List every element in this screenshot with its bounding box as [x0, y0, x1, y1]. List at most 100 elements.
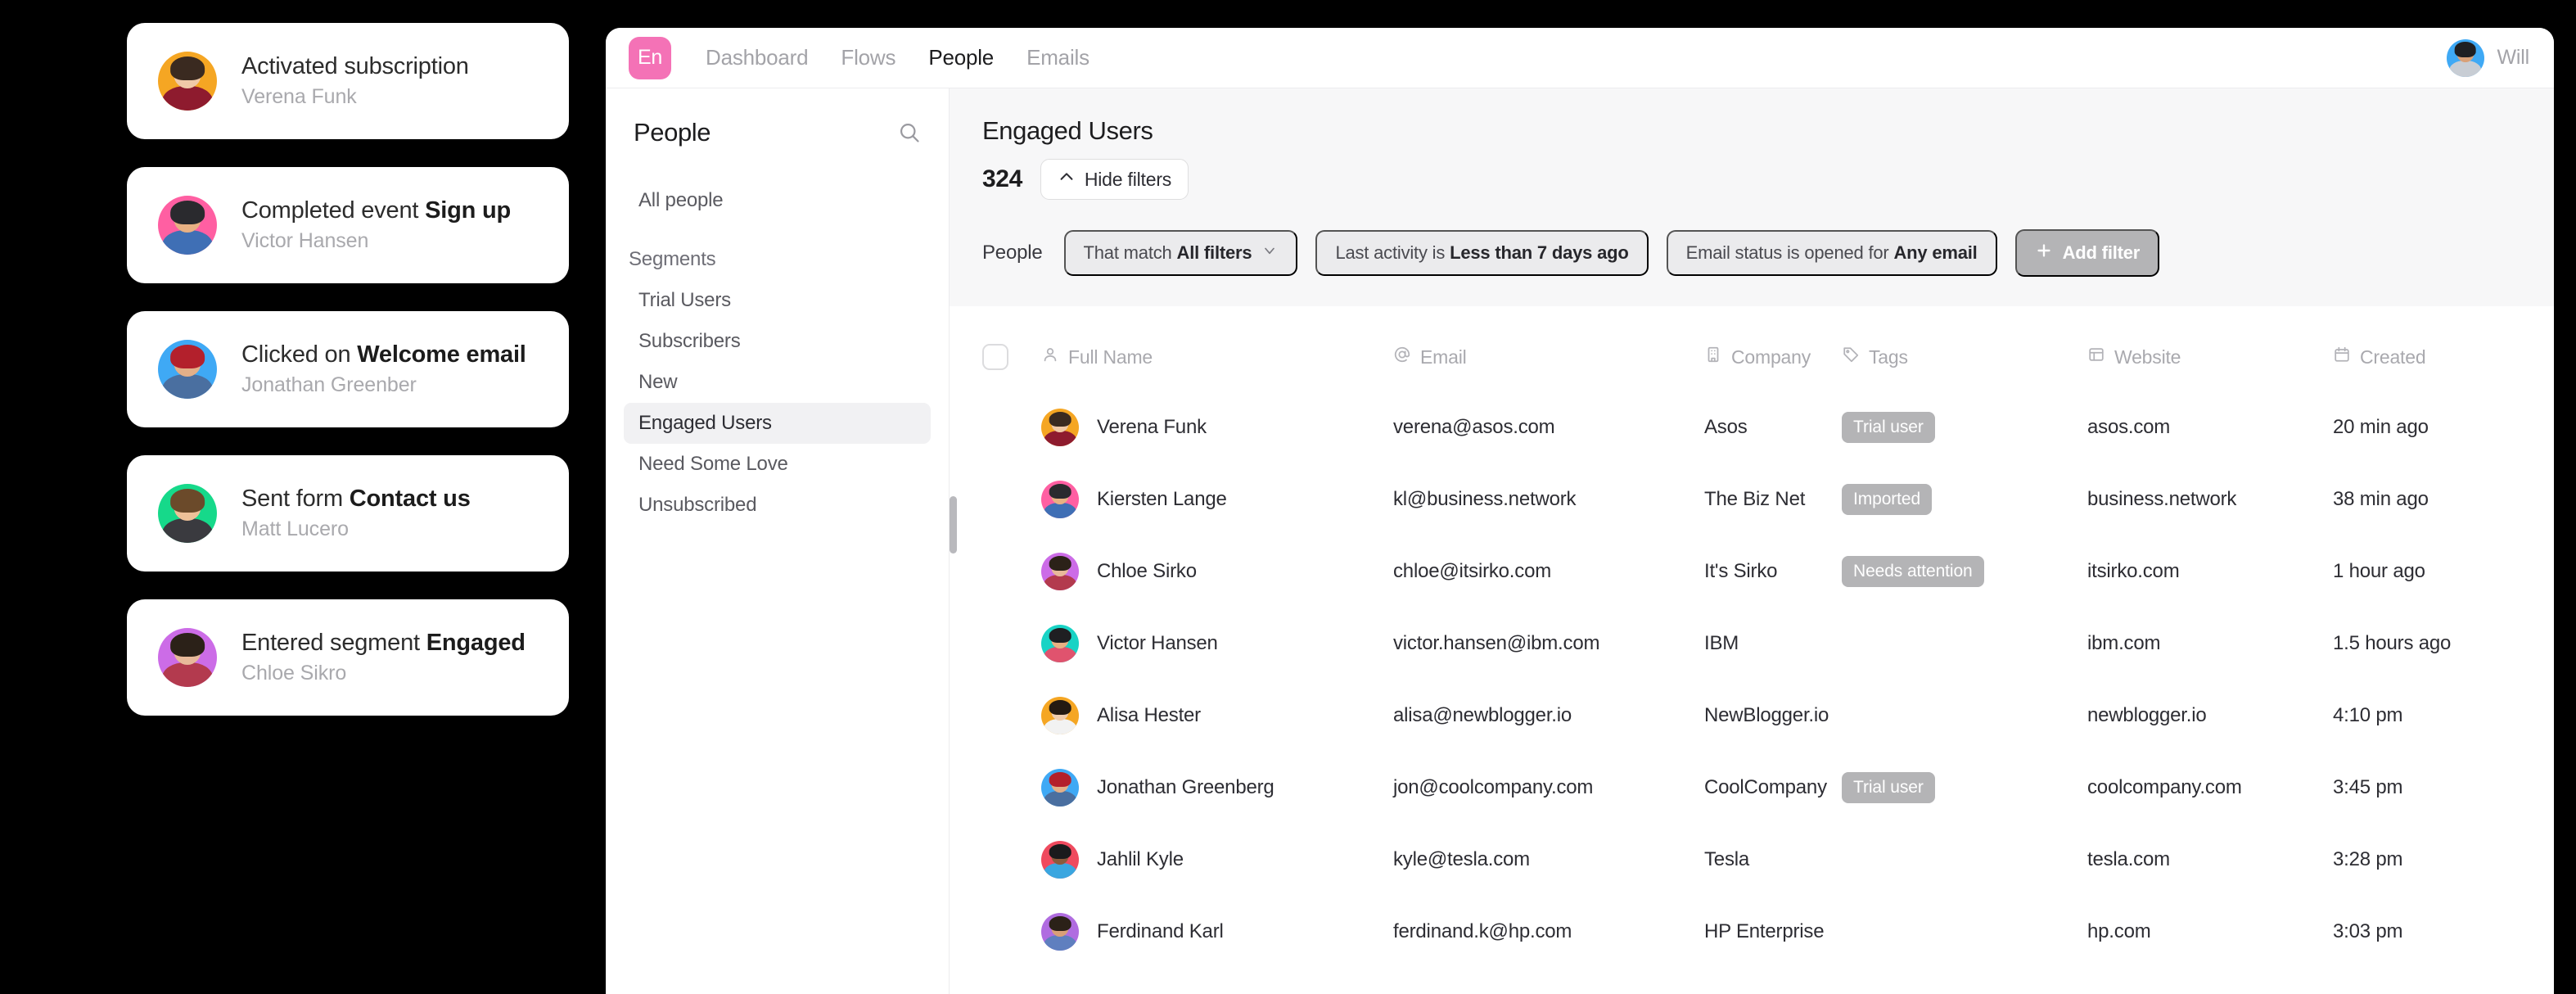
main-content: Engaged Users 324 Hide filters People Th… [950, 88, 2554, 994]
cell-website: hp.com [2087, 920, 2151, 942]
column-header-company[interactable]: Company [1704, 306, 1842, 391]
row-select-cell [982, 896, 1041, 968]
avatar [158, 484, 217, 543]
table-header-row: Full Name Email Company Tags Website Created [982, 306, 2521, 391]
activity-title: Activated subscription [241, 53, 469, 80]
filter-pill[interactable]: Last activity is Less than 7 days ago [1315, 230, 1649, 276]
search-icon[interactable] [898, 121, 921, 144]
tab-emails[interactable]: Emails [1026, 45, 1089, 70]
full-name-text: Jahlil Kyle [1097, 848, 1184, 870]
column-header-full-name[interactable]: Full Name [1041, 306, 1393, 391]
tag-icon [1842, 346, 1860, 368]
activity-action: Entered segment [241, 630, 426, 656]
cell-company: HP Enterprise [1704, 920, 1825, 942]
cell-company: IBM [1704, 632, 1739, 654]
cell-created: 1 hour ago [2333, 560, 2425, 582]
cell-full-name: Jonathan Greenberg [1041, 752, 1393, 824]
screenshot-root: Activated subscription Verena Funk Complet… [0, 0, 2576, 994]
activity-card[interactable]: Sent form Contact us Matt Lucero [127, 455, 569, 572]
add-filter-button[interactable]: Add filter [2014, 229, 2160, 277]
avatar [2446, 38, 2484, 77]
user-menu[interactable]: Will [2446, 38, 2529, 77]
table-row[interactable]: Jonathan Greenberg jon@coolcompany.com Coo… [982, 752, 2521, 824]
cell-created: 20 min ago [2333, 416, 2429, 438]
cell-created: 3:45 pm [2333, 776, 2403, 798]
activity-card[interactable]: Activated subscription Verena Funk [127, 23, 569, 139]
column-label: Company [1731, 346, 1811, 368]
cell-created: 38 min ago [2333, 488, 2429, 510]
avatar [158, 340, 217, 399]
filter-pill-row: People That match All filters Last activi… [982, 229, 2521, 277]
tab-dashboard[interactable]: Dashboard [706, 45, 809, 70]
activity-card[interactable]: Completed event Sign up Victor Hansen [127, 167, 569, 283]
column-label: Full Name [1068, 346, 1153, 368]
activity-action: Activated subscription [241, 53, 469, 79]
sidebar-item-unsubscribed[interactable]: Unsubscribed [624, 485, 931, 526]
status-badge[interactable]: Trial user [1842, 412, 1935, 443]
tab-people[interactable]: People [928, 45, 994, 70]
table-row[interactable]: Kiersten Lange kl@business.network The Biz… [982, 463, 2521, 535]
sidebar-item-subscribers[interactable]: Subscribers [624, 321, 931, 362]
activity-card[interactable]: Entered segment Engaged Chloe Sikro [127, 599, 569, 716]
column-header-created[interactable]: Created [2333, 306, 2521, 391]
status-badge[interactable]: Needs attention [1842, 556, 1984, 587]
table-row[interactable]: Alisa Hester alisa@newblogger.io NewBlogge… [982, 680, 2521, 752]
activity-person: Victor Hansen [241, 229, 369, 252]
table-row[interactable]: Verena Funk verena@asos.com Asos Trial user… [982, 391, 2521, 463]
filter-pill[interactable]: That match All filters [1063, 230, 1298, 276]
select-all-checkbox[interactable] [982, 344, 1008, 370]
avatar [1041, 697, 1079, 734]
segment-title: Engaged Users [982, 116, 1153, 145]
full-name-text: Kiersten Lange [1097, 488, 1227, 510]
cell-website: business.network [2087, 488, 2237, 510]
cell-email: verena@asos.com [1393, 416, 1555, 438]
select-all-header [982, 306, 1041, 391]
cell-full-name: Jahlil Kyle [1041, 824, 1393, 896]
app-logo[interactable]: En [629, 36, 671, 79]
cell-email: ferdinand.k@hp.com [1393, 920, 1572, 942]
cell-full-name: Kiersten Lange [1041, 463, 1393, 535]
status-badge[interactable]: Trial user [1842, 772, 1935, 803]
sidebar-item-all-people[interactable]: All people [624, 180, 931, 221]
hide-filters-label: Hide filters [1084, 168, 1172, 190]
app-window: En Dashboard Flows People Emails Will Peopl… [606, 28, 2554, 994]
avatar [1041, 409, 1079, 446]
avatar [1041, 625, 1079, 662]
tab-flows[interactable]: Flows [841, 45, 896, 70]
cell-website: itsirko.com [2087, 560, 2180, 582]
people-count: 324 [982, 165, 1022, 192]
top-navigation-bar: En Dashboard Flows People Emails Will [606, 28, 2554, 88]
row-select-cell [982, 752, 1041, 824]
filter-pill[interactable]: Email status is opened for Any email [1666, 230, 1997, 276]
cell-created: 3:03 pm [2333, 920, 2403, 942]
filter-subject-label: People [982, 242, 1043, 264]
column-label: Website [2114, 346, 2181, 368]
hide-filters-button[interactable]: Hide filters [1040, 159, 1189, 200]
column-header-email[interactable]: Email [1393, 306, 1704, 391]
sidebar-item-new[interactable]: New [624, 362, 931, 403]
row-select-cell [982, 608, 1041, 680]
table-row[interactable]: Chloe Sirko chloe@itsirko.com It's Sirko Ne… [982, 535, 2521, 608]
count-row: 324 Hide filters [982, 159, 2521, 200]
sidebar-item-trial-users[interactable]: Trial Users [624, 280, 931, 321]
cell-created: 1.5 hours ago [2333, 632, 2452, 654]
cell-company: NewBlogger.io [1704, 704, 1829, 726]
column-header-tags[interactable]: Tags [1842, 306, 2087, 391]
status-badge[interactable]: Imported [1842, 484, 1933, 515]
table-row[interactable]: Jahlil Kyle kyle@tesla.com Tesla tesla.com 3… [982, 824, 2521, 896]
sidebar-header: People [624, 118, 931, 147]
column-header-website[interactable]: Website [2087, 306, 2333, 391]
filter-prefix: Last activity is [1335, 242, 1450, 263]
table-row[interactable]: Victor Hansen victor.hansen@ibm.com IBM ibm… [982, 608, 2521, 680]
avatar [158, 196, 217, 255]
cell-full-name: Chloe Sirko [1041, 535, 1393, 608]
cell-full-name: Alisa Hester [1041, 680, 1393, 752]
sidebar-item-engaged-users[interactable]: Engaged Users [624, 403, 931, 444]
activity-person: Chloe Sikro [241, 662, 347, 685]
cell-email: chloe@itsirko.com [1393, 560, 1552, 582]
table-row[interactable]: Ferdinand Karl ferdinand.k@hp.com HP Enter… [982, 896, 2521, 968]
activity-card[interactable]: Clicked on Welcome email Jonathan Greenbe… [127, 311, 569, 427]
full-name-text: Ferdinand Karl [1097, 920, 1224, 942]
people-table-wrap: Full Name Email Company Tags Website Created … [950, 306, 2554, 968]
sidebar-item-need-some-love[interactable]: Need Some Love [624, 444, 931, 485]
